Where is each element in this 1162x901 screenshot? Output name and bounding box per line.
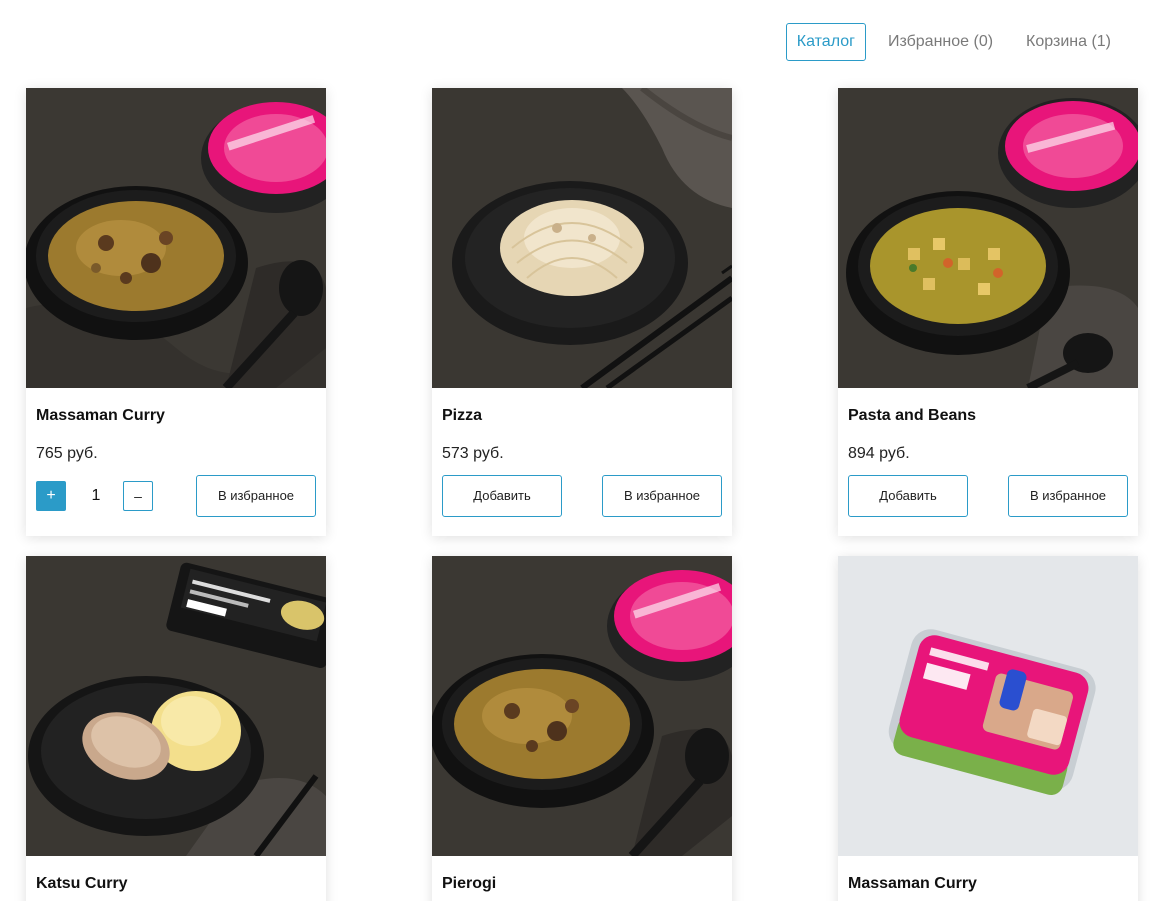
pasta-plate-image [432, 88, 732, 388]
product-price: 765 руб. [36, 445, 98, 462]
product-name[interactable]: Massaman Curry [26, 388, 326, 424]
add-to-favorites-button[interactable]: В избранное [602, 475, 722, 517]
product-name[interactable]: Massaman Curry [838, 856, 1138, 892]
product-actions: + 1 – В избранное [26, 475, 326, 517]
product-photo[interactable] [838, 556, 1138, 856]
product-photo[interactable] [838, 88, 1138, 388]
product-photo[interactable] [432, 556, 732, 856]
nav-favorites-link[interactable]: Избранное (0) [877, 23, 1004, 61]
product-card: Massaman Curry 765 руб. + 1 – В избранно… [26, 88, 326, 536]
product-card: Katsu Curry [26, 556, 326, 901]
add-to-cart-button[interactable]: Добавить [848, 475, 968, 517]
top-navigation: Каталог Избранное (0) Корзина (1) [775, 23, 1122, 61]
add-to-favorites-button[interactable]: В избранное [196, 475, 316, 517]
quantity-value: 1 [91, 487, 101, 504]
cutlet-mashed-potatoes-image [26, 556, 326, 856]
product-card: Pierogi [432, 556, 732, 901]
quantity-increase-button[interactable]: + [36, 481, 66, 511]
quantity-decrease-button[interactable]: – [123, 481, 153, 511]
product-card: Pasta and Beans 894 руб. Добавить В избр… [838, 88, 1138, 536]
product-card: Massaman Curry [838, 556, 1138, 901]
pate-container-image [838, 556, 1138, 856]
product-name[interactable]: Pasta and Beans [838, 388, 1138, 424]
product-card: Pizza 573 руб. Добавить В избранное [432, 88, 732, 536]
bowl-stew-image [432, 556, 732, 856]
nav-cart-link[interactable]: Корзина (1) [1015, 23, 1122, 61]
product-price: 573 руб. [442, 445, 504, 462]
add-to-cart-button[interactable]: Добавить [442, 475, 562, 517]
product-photo[interactable] [26, 88, 326, 388]
bowl-stew-image [26, 88, 326, 388]
product-actions: Добавить В избранное [432, 475, 732, 517]
product-photo[interactable] [432, 88, 732, 388]
product-actions: Добавить В избранное [838, 475, 1138, 517]
product-price: 894 руб. [848, 445, 910, 462]
product-name[interactable]: Pizza [432, 388, 732, 424]
add-to-favorites-button[interactable]: В избранное [1008, 475, 1128, 517]
product-photo[interactable] [26, 556, 326, 856]
product-name[interactable]: Pierogi [432, 856, 732, 892]
product-name[interactable]: Katsu Curry [26, 856, 326, 892]
nav-catalog-link[interactable]: Каталог [785, 23, 866, 61]
bowl-potato-stew-image [838, 88, 1138, 388]
